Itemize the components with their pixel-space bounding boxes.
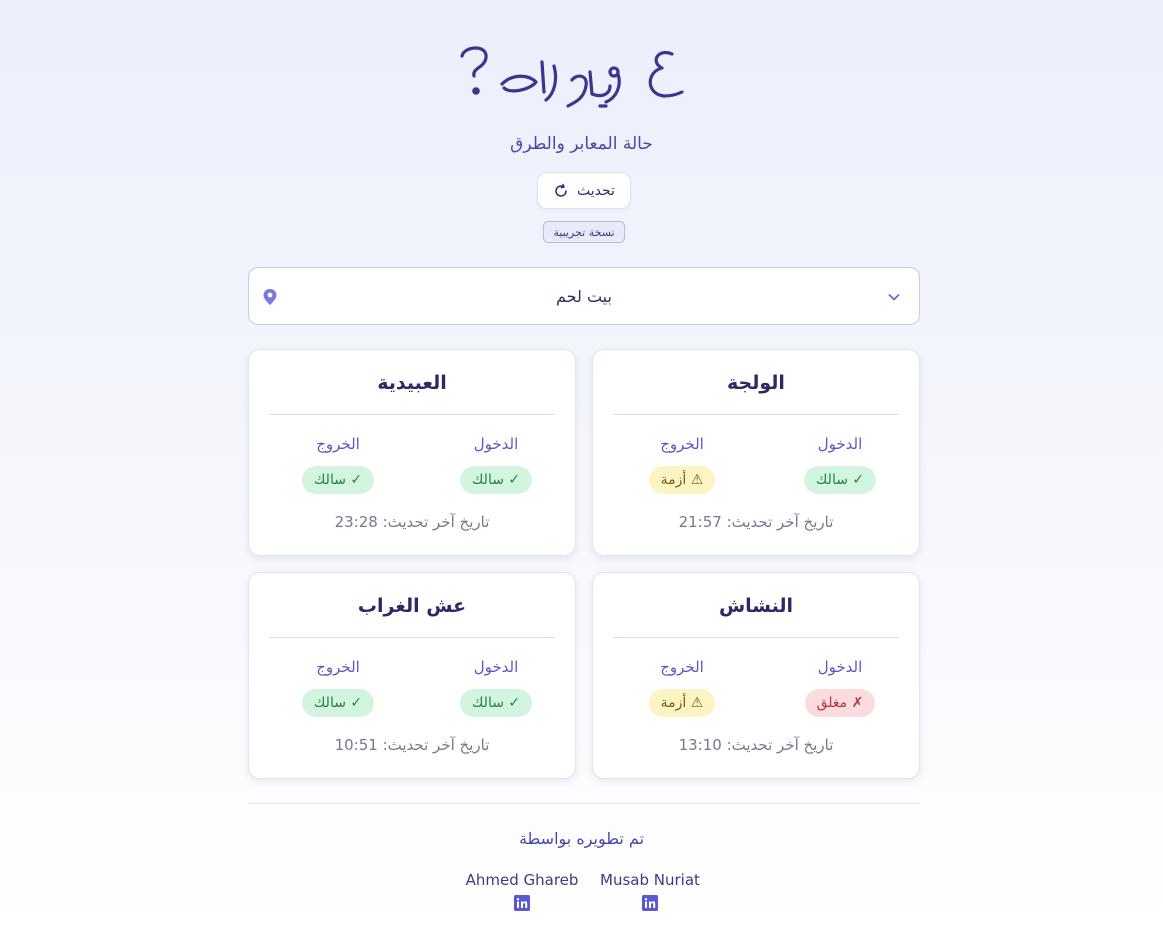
- checkpoint-name: الولجة: [727, 372, 785, 394]
- exit-column: الخروج أزمة ⚠: [617, 434, 747, 494]
- checkpoint-card: النشاش الدخول مغلق ✗ الخروج أزمة ⚠ تاريخ…: [592, 572, 920, 779]
- entry-label: الدخول: [473, 435, 519, 453]
- exit-label: الخروج: [660, 658, 704, 676]
- entry-column: الدخول سالك ✓: [431, 434, 561, 494]
- exit-label: الخروج: [316, 435, 360, 453]
- developer-name[interactable]: Musab Nuriat: [580, 870, 720, 890]
- refresh-button[interactable]: تحديث: [537, 172, 631, 209]
- checkpoint-name: النشاش: [718, 595, 794, 617]
- checkpoint-name: عش الغراب: [357, 595, 467, 617]
- exit-label: الخروج: [660, 435, 704, 453]
- entry-label: الدخول: [817, 658, 863, 676]
- exit-status-badge: أزمة ⚠: [648, 689, 716, 717]
- entry-status-badge: سالك ✓: [459, 466, 533, 494]
- page-subtitle: حالة المعابر والطرق: [510, 134, 653, 154]
- app-logo: [460, 46, 684, 108]
- exit-status-badge: سالك ✓: [301, 689, 375, 717]
- entry-label: الدخول: [817, 435, 863, 453]
- entry-status-badge: مغلق ✗: [804, 689, 876, 717]
- exit-column: الخروج سالك ✓: [273, 657, 403, 717]
- entry-column: الدخول مغلق ✗: [775, 657, 905, 717]
- card-divider: [613, 637, 899, 638]
- entry-status-badge: سالك ✓: [803, 466, 877, 494]
- beta-badge: نسخة تجريبية: [543, 221, 625, 243]
- footer-title: تم تطويره بواسطة: [518, 829, 645, 848]
- exit-column: الخروج سالك ✓: [273, 434, 403, 494]
- exit-status-badge: سالك ✓: [301, 466, 375, 494]
- entry-status-badge: سالك ✓: [459, 689, 533, 717]
- last-updated: تاريخ آخر تحديث: 13:10: [678, 736, 834, 754]
- checkpoint-card: الولجة الدخول سالك ✓ الخروج أزمة ⚠ تاريخ…: [592, 349, 920, 556]
- checkpoint-card: عش الغراب الدخول سالك ✓ الخروج سالك ✓ تا…: [248, 572, 576, 779]
- linkedin-icon[interactable]: [642, 895, 658, 911]
- developer-name[interactable]: Ahmed Ghareb: [452, 870, 592, 890]
- city-select-value: بيت لحم: [556, 286, 612, 306]
- developer-link[interactable]: Musab Nuriat: [580, 870, 720, 915]
- card-divider: [613, 414, 899, 415]
- entry-label: الدخول: [473, 658, 519, 676]
- card-divider: [269, 414, 555, 415]
- last-updated: تاريخ آخر تحديث: 10:51: [334, 736, 490, 754]
- entry-column: الدخول سالك ✓: [431, 657, 561, 717]
- exit-column: الخروج أزمة ⚠: [617, 657, 747, 717]
- last-updated: تاريخ آخر تحديث: 21:57: [678, 513, 834, 531]
- refresh-label: تحديث: [577, 182, 615, 199]
- footer-divider: [248, 803, 920, 804]
- map-pin-icon: [263, 289, 277, 305]
- checkpoint-name: العبيدية: [377, 372, 447, 394]
- entry-column: الدخول سالك ✓: [775, 434, 905, 494]
- refresh-icon: [555, 183, 567, 197]
- chevron-down-icon: [888, 294, 900, 301]
- linkedin-icon[interactable]: [514, 895, 530, 911]
- exit-status-badge: أزمة ⚠: [648, 466, 716, 494]
- city-select[interactable]: بيت لحم: [248, 267, 920, 325]
- checkpoint-card: العبيدية الدخول سالك ✓ الخروج سالك ✓ تار…: [248, 349, 576, 556]
- last-updated: تاريخ آخر تحديث: 23:28: [334, 513, 490, 531]
- exit-label: الخروج: [316, 658, 360, 676]
- developer-link[interactable]: Ahmed Ghareb: [452, 870, 592, 915]
- card-divider: [269, 637, 555, 638]
